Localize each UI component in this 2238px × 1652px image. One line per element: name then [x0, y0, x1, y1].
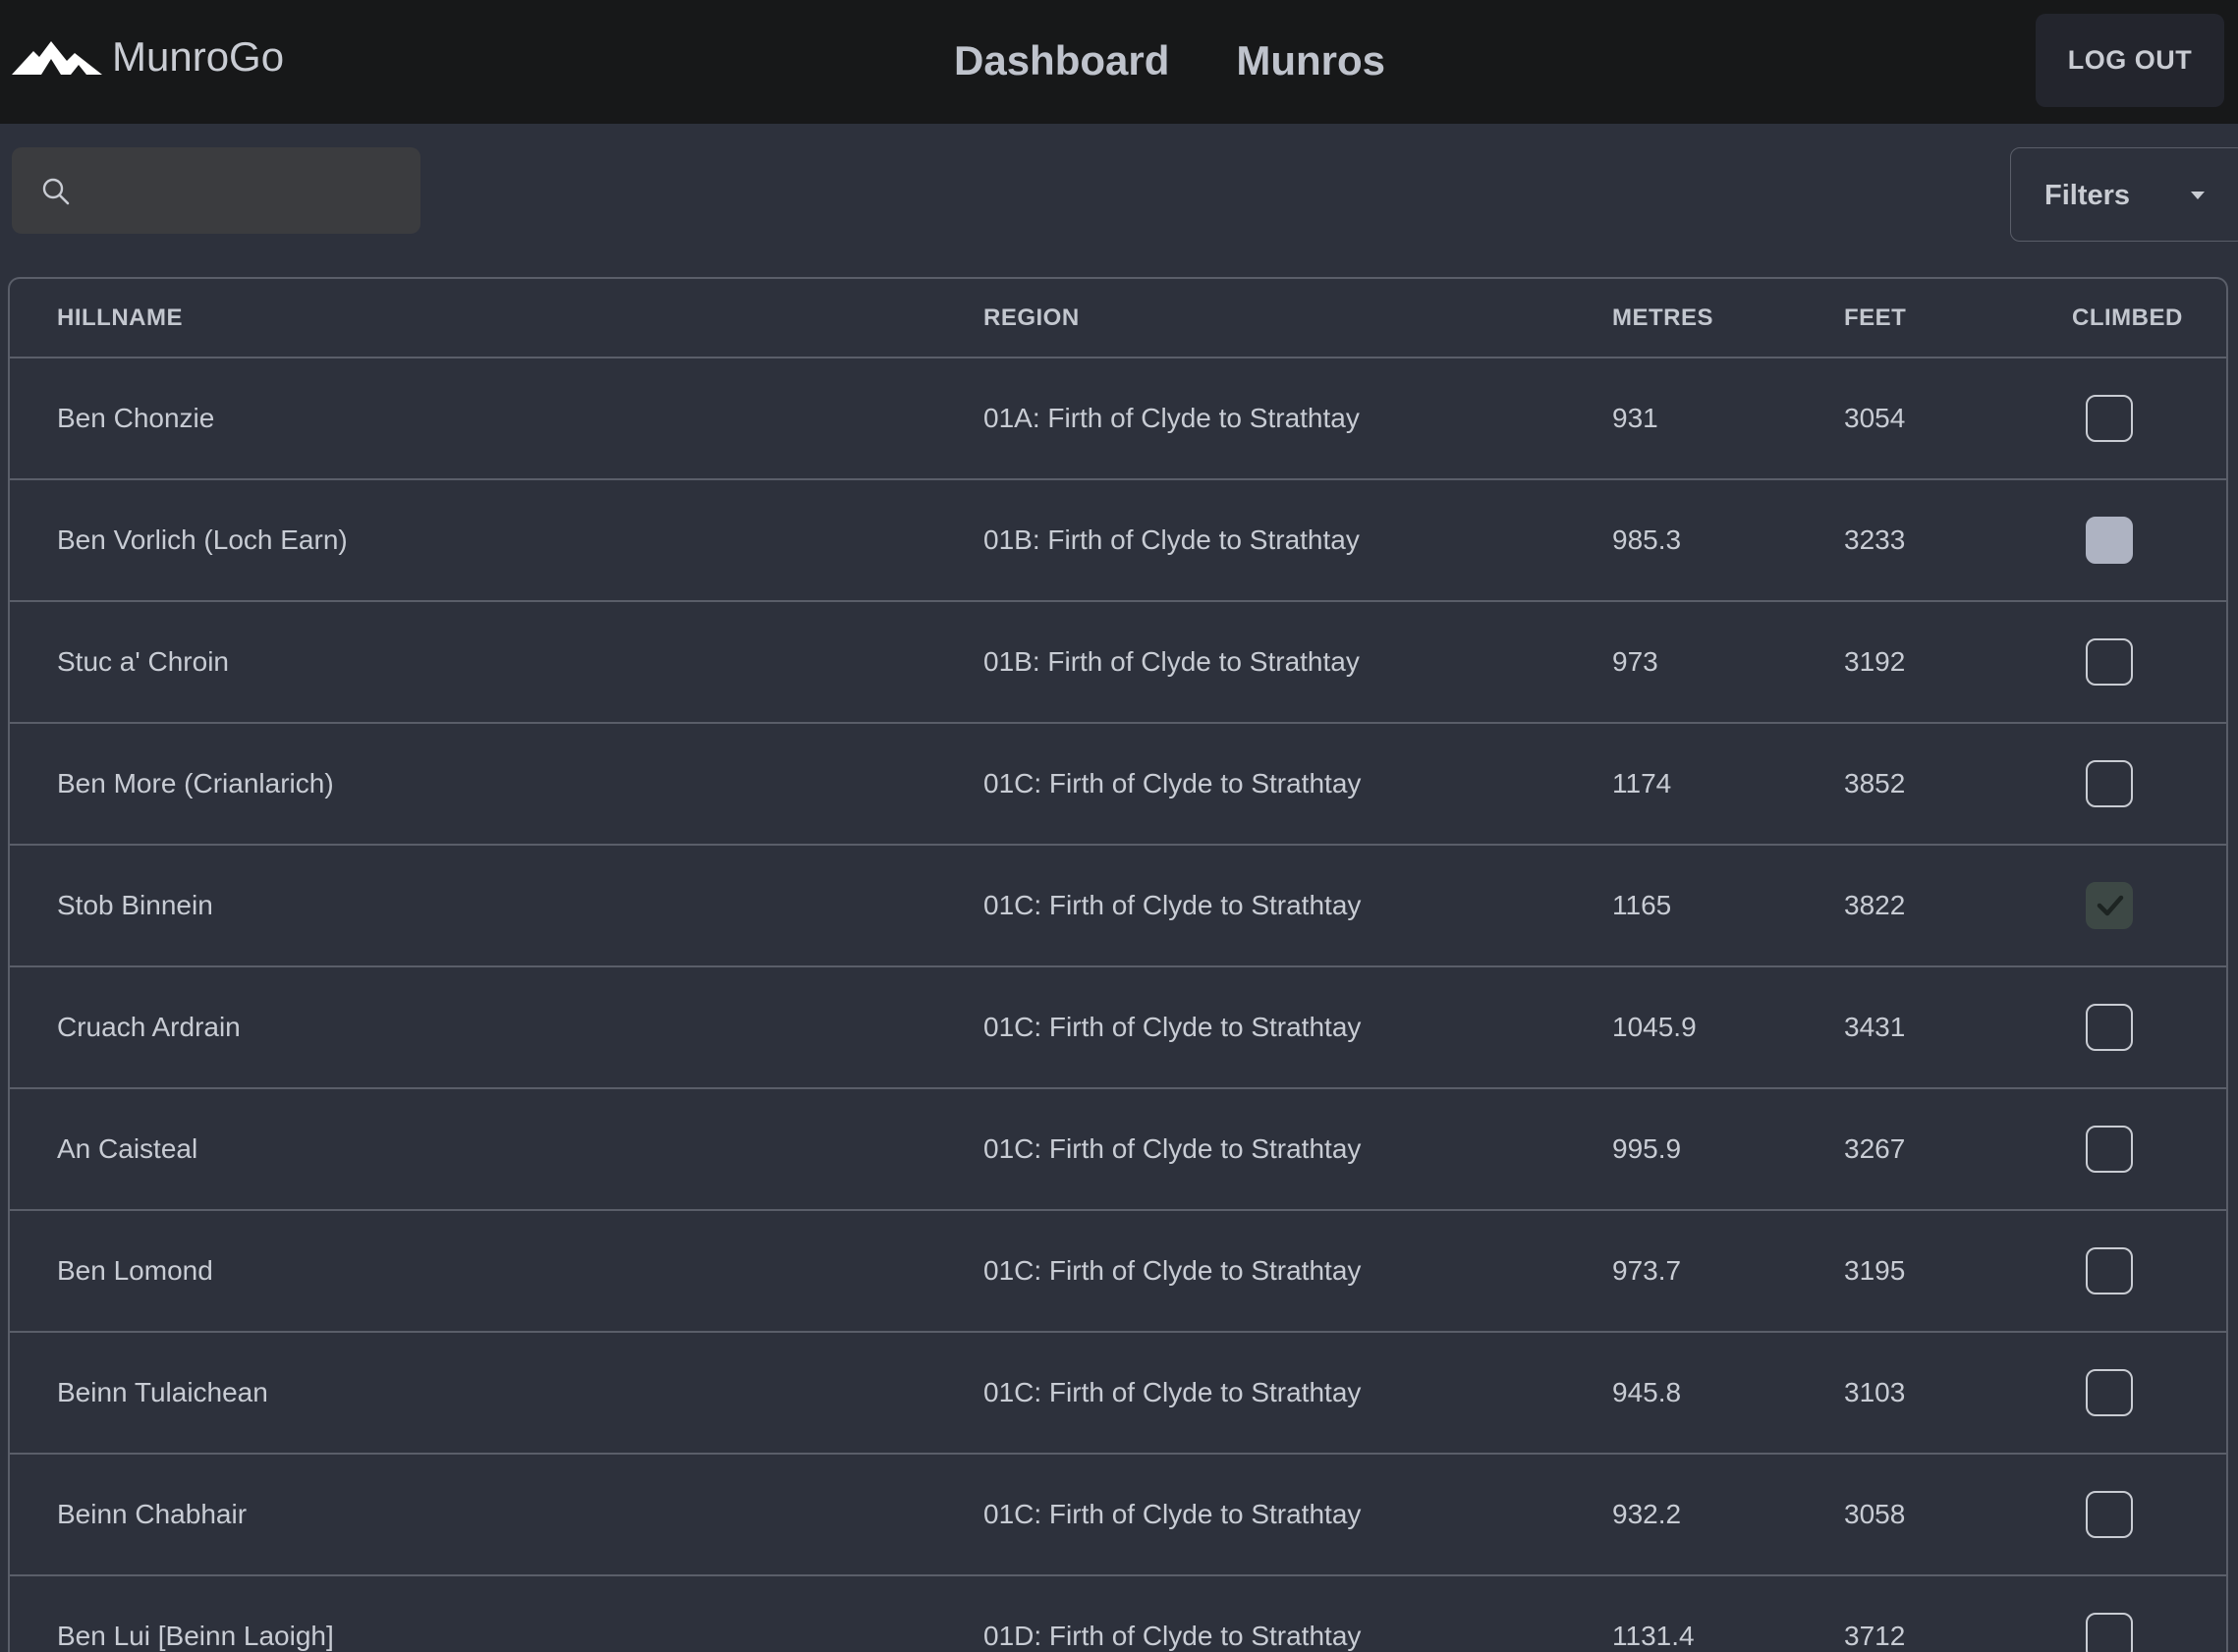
region-cell: 01C: Firth of Clyde to Strathtay — [983, 1210, 1612, 1333]
climbed-checkbox[interactable] — [2086, 1004, 2133, 1051]
column-header-region[interactable]: REGION — [983, 279, 1612, 358]
region-cell: 01C: Firth of Clyde to Strathtay — [983, 1332, 1612, 1455]
hill-name-cell: Ben Lomond — [10, 1210, 983, 1333]
search-icon — [42, 178, 70, 205]
feet-cell: 3054 — [1844, 358, 2072, 480]
column-header-climbed[interactable]: CLIMBED — [2072, 279, 2226, 358]
table-header-row: HILLNAME REGION METRES FEET CLIMBED — [10, 279, 2226, 358]
climbed-cell — [2072, 1088, 2226, 1211]
region-cell: 01C: Firth of Clyde to Strathtay — [983, 723, 1612, 846]
metres-cell: 931 — [1612, 358, 1844, 480]
climbed-cell — [2072, 966, 2226, 1089]
hill-name-cell: Cruach Ardrain — [10, 966, 983, 1089]
climbed-cell — [2072, 1210, 2226, 1333]
climbed-cell — [2072, 358, 2226, 480]
metres-cell: 1131.4 — [1612, 1575, 1844, 1652]
climbed-checkbox[interactable] — [2086, 1369, 2133, 1416]
climbed-checkbox[interactable] — [2086, 517, 2133, 564]
hill-name-cell: Ben Chonzie — [10, 358, 983, 480]
top-navbar: MunroGo Dashboard Munros LOG OUT — [0, 0, 2238, 124]
region-cell: 01C: Firth of Clyde to Strathtay — [983, 1088, 1612, 1211]
feet-cell: 3058 — [1844, 1454, 2072, 1576]
mountain-logo-icon — [12, 41, 102, 75]
climbed-cell — [2072, 723, 2226, 846]
table-row: Ben Lui [Beinn Laoigh] 01D: Firth of Clyd… — [10, 1575, 2226, 1652]
table-row: Beinn Tulaichean 01C: Firth of Clyde to S… — [10, 1332, 2226, 1455]
logout-button[interactable]: LOG OUT — [2036, 14, 2224, 107]
table-row: An Caisteal 01C: Firth of Clyde to Strath… — [10, 1088, 2226, 1211]
climbed-checkbox[interactable] — [2086, 638, 2133, 686]
region-cell: 01B: Firth of Clyde to Strathtay — [983, 601, 1612, 724]
column-header-feet[interactable]: FEET — [1844, 279, 2072, 358]
nav-dashboard[interactable]: Dashboard — [954, 29, 1169, 92]
climbed-checkbox[interactable] — [2086, 395, 2133, 442]
search-input[interactable] — [90, 163, 405, 218]
search-box[interactable] — [12, 147, 420, 234]
feet-cell: 3195 — [1844, 1210, 2072, 1333]
metres-cell: 1165 — [1612, 845, 1844, 967]
table-row: Stob Binnein 01C: Firth of Clyde to Strat… — [10, 845, 2226, 967]
feet-cell: 3192 — [1844, 601, 2072, 724]
metres-cell: 985.3 — [1612, 479, 1844, 602]
metres-cell: 932.2 — [1612, 1454, 1844, 1576]
nav-munros[interactable]: Munros — [1236, 29, 1385, 92]
metres-cell: 945.8 — [1612, 1332, 1844, 1455]
hill-name-cell: Beinn Chabhair — [10, 1454, 983, 1576]
column-header-hillname[interactable]: HILLNAME — [10, 279, 983, 358]
metres-cell: 973 — [1612, 601, 1844, 724]
climbed-cell — [2072, 601, 2226, 724]
feet-cell: 3233 — [1844, 479, 2072, 602]
metres-cell: 973.7 — [1612, 1210, 1844, 1333]
hill-name-cell: Beinn Tulaichean — [10, 1332, 983, 1455]
climbed-checkbox[interactable] — [2086, 1491, 2133, 1538]
hill-name-cell: Stuc a' Chroin — [10, 601, 983, 724]
table-row: Ben Lomond 01C: Firth of Clyde to Stratht… — [10, 1210, 2226, 1333]
feet-cell: 3103 — [1844, 1332, 2072, 1455]
feet-cell: 3267 — [1844, 1088, 2072, 1211]
hill-name-cell: Ben More (Crianlarich) — [10, 723, 983, 846]
climbed-cell — [2072, 1575, 2226, 1652]
feet-cell: 3712 — [1844, 1575, 2072, 1652]
chevron-down-icon — [2191, 192, 2205, 199]
table-row: Ben Chonzie 01A: Firth of Clyde to Strath… — [10, 358, 2226, 480]
munros-table: HILLNAME REGION METRES FEET CLIMBED Ben … — [8, 277, 2228, 1652]
feet-cell: 3822 — [1844, 845, 2072, 967]
climbed-cell — [2072, 1332, 2226, 1455]
table-row: Ben More (Crianlarich) 01C: Firth of Clyd… — [10, 723, 2226, 846]
feet-cell: 3852 — [1844, 723, 2072, 846]
region-cell: 01C: Firth of Clyde to Strathtay — [983, 1454, 1612, 1576]
filters-label: Filters — [2044, 180, 2131, 211]
column-header-metres[interactable]: METRES — [1612, 279, 1844, 358]
table-row: Ben Vorlich (Loch Earn) 01B: Firth of Cly… — [10, 479, 2226, 602]
feet-cell: 3431 — [1844, 966, 2072, 1089]
hill-name-cell: Stob Binnein — [10, 845, 983, 967]
region-cell: 01B: Firth of Clyde to Strathtay — [983, 479, 1612, 602]
region-cell: 01D: Firth of Clyde to Strathtay — [983, 1575, 1612, 1652]
table-row: Beinn Chabhair 01C: Firth of Clyde to Str… — [10, 1454, 2226, 1576]
hill-name-cell: Ben Lui [Beinn Laoigh] — [10, 1575, 983, 1652]
climbed-cell — [2072, 845, 2226, 967]
hill-name-cell: Ben Vorlich (Loch Earn) — [10, 479, 983, 602]
climbed-checkbox[interactable] — [2086, 760, 2133, 807]
climbed-cell — [2072, 1454, 2226, 1576]
main-nav: Dashboard Munros — [954, 29, 1385, 92]
climbed-checkbox[interactable] — [2086, 1126, 2133, 1173]
metres-cell: 995.9 — [1612, 1088, 1844, 1211]
table-row: Stuc a' Chroin 01B: Firth of Clyde to Str… — [10, 601, 2226, 724]
region-cell: 01C: Firth of Clyde to Strathtay — [983, 966, 1612, 1089]
region-cell: 01C: Firth of Clyde to Strathtay — [983, 845, 1612, 967]
filters-dropdown[interactable]: Filters — [2010, 147, 2238, 242]
app-name: MunroGo — [112, 33, 285, 80]
checkmark-icon — [2097, 895, 2124, 916]
climbed-cell — [2072, 479, 2226, 602]
climbed-checkbox[interactable] — [2086, 882, 2133, 929]
brand[interactable]: MunroGo — [12, 33, 284, 81]
climbed-checkbox[interactable] — [2086, 1247, 2133, 1294]
metres-cell: 1045.9 — [1612, 966, 1844, 1089]
hill-name-cell: An Caisteal — [10, 1088, 983, 1211]
table-row: Cruach Ardrain 01C: Firth of Clyde to Str… — [10, 966, 2226, 1089]
climbed-checkbox[interactable] — [2086, 1613, 2133, 1652]
metres-cell: 1174 — [1612, 723, 1844, 846]
region-cell: 01A: Firth of Clyde to Strathtay — [983, 358, 1612, 480]
